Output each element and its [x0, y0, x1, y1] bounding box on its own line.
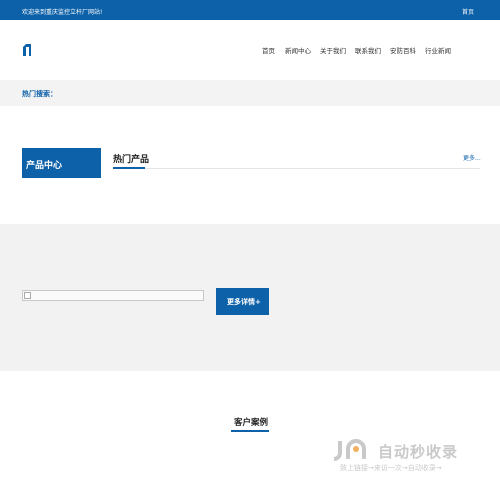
watermark-subtitle: 致上链接→来访一次→自动收录→ — [340, 464, 442, 472]
watermark: 自动秒收录 致上链接→来访一次→自动收录→ — [332, 437, 482, 477]
topbar-home-link[interactable]: 首页 — [462, 7, 474, 16]
watermark-logo-icon — [333, 439, 366, 461]
nav-item-contact[interactable]: 联系我们 — [355, 45, 381, 55]
nav-item-industry-news[interactable]: 行业新闻 — [425, 45, 451, 55]
cases-section: 客户案例 — [0, 371, 500, 500]
broken-image-icon — [24, 292, 31, 299]
nav-item-security-wiki[interactable]: 安防百科 — [390, 45, 416, 55]
product-center-box[interactable]: 产品中心 — [22, 148, 101, 178]
more-details-label: 更多详情+ — [227, 298, 261, 306]
watermark-title: 自动秒收录 — [378, 443, 459, 461]
hot-products-divider — [113, 168, 480, 169]
product-center-label: 产品中心 — [26, 161, 63, 171]
site-header: 首页 新闻中心 关于我们 联系我们 安防百科 行业新闻 — [0, 20, 500, 78]
cases-title: 客户案例 — [234, 418, 269, 428]
nav-item-about[interactable]: 关于我们 — [320, 45, 346, 55]
hot-search-bar: 热门搜索： — [0, 80, 500, 106]
welcome-text: 欢迎来到重庆监控立杆厂网站! — [22, 9, 103, 16]
hot-products-title: 热门产品 — [113, 155, 150, 165]
top-bar: 欢迎来到重庆监控立杆厂网站! 首页 — [0, 0, 500, 20]
nav-item-home[interactable]: 首页 — [262, 45, 275, 55]
more-products-link[interactable]: 更多... — [463, 153, 481, 162]
cases-underline — [231, 430, 269, 432]
feature-band: 更多详情+ — [0, 224, 500, 371]
nav-item-news[interactable]: 新闻中心 — [285, 45, 311, 55]
more-details-button[interactable]: 更多详情+ — [216, 288, 269, 315]
products-section: 产品中心 热门产品 更多... — [0, 106, 500, 224]
hot-products-underline — [113, 167, 145, 169]
feature-image — [22, 290, 204, 301]
hot-search-label: 热门搜索： — [22, 90, 57, 98]
logo-icon[interactable] — [22, 44, 32, 56]
